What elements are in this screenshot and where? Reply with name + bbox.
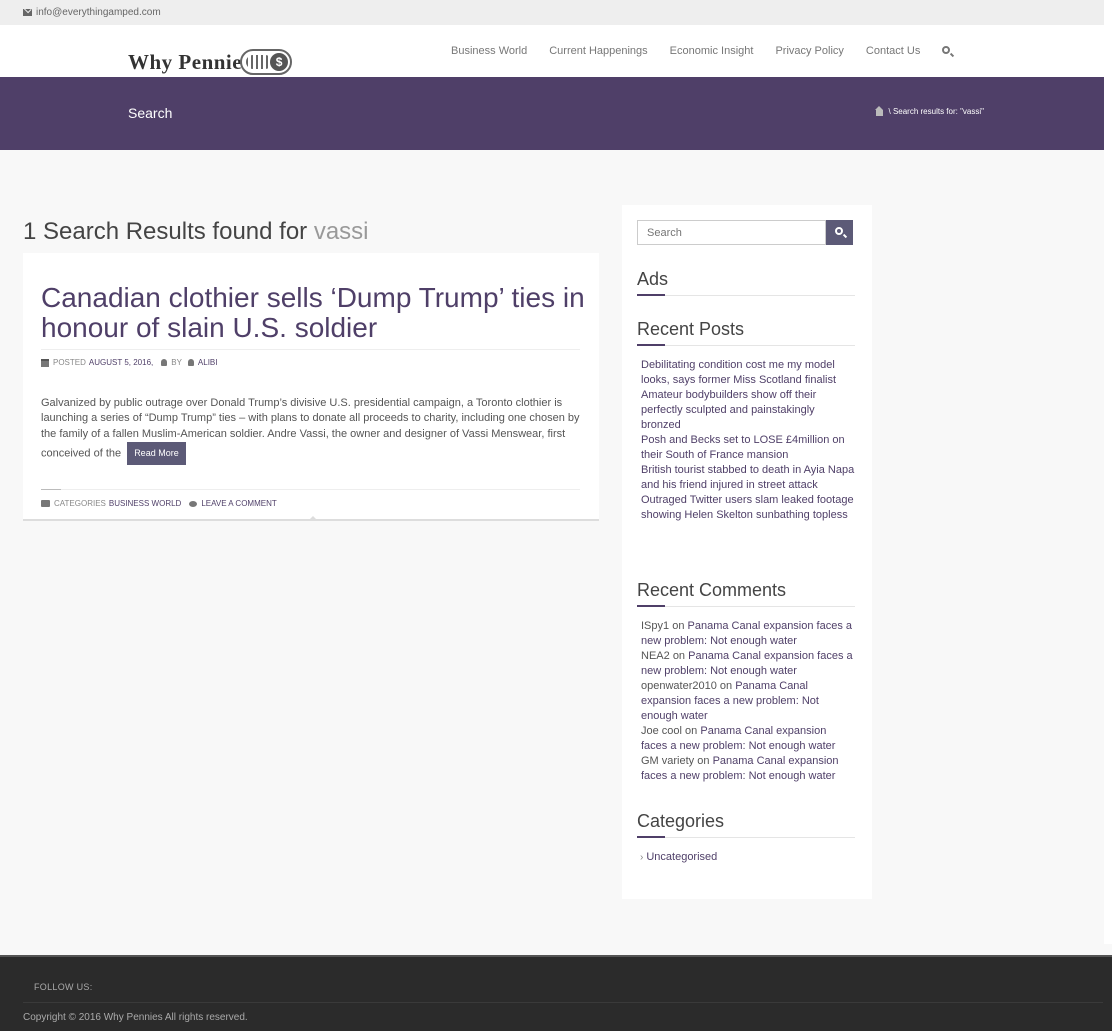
post-title[interactable]: Canadian clothier sells ‘Dump Trump’ tie…	[41, 283, 586, 343]
post-footer: CATEGORIES BUSINESS WORLD LEAVE A COMMEN…	[41, 499, 277, 508]
categories-list: › Uncategorised	[640, 850, 854, 865]
follow-us-label: FOLLOW US:	[34, 982, 93, 992]
widget-divider	[637, 344, 855, 346]
post-author[interactable]: ALIBI	[198, 358, 218, 367]
coin-icon: $	[240, 49, 293, 75]
nav-item-current-happenings[interactable]: Current Happenings	[549, 45, 647, 57]
post-date[interactable]: AUGUST 5, 2016,	[89, 358, 153, 367]
post-card: Canadian clothier sells ‘Dump Trump’ tie…	[23, 253, 599, 521]
read-more-button[interactable]: Read More	[127, 441, 186, 466]
categories-label: CATEGORIES	[54, 499, 106, 508]
recent-posts-title: Recent Posts	[637, 319, 745, 339]
list-item: Debilitating condition cost me my model …	[641, 358, 855, 388]
list-item: ISpy1 on Panama Canal expansion faces a …	[641, 619, 855, 649]
comment-on: on	[719, 680, 733, 692]
home-icon[interactable]	[874, 105, 883, 116]
nav-item-contact-us[interactable]: Contact Us	[866, 45, 920, 57]
comment-author: ISpy1	[641, 620, 670, 632]
nav-item-economic-insight[interactable]: Economic Insight	[670, 45, 754, 57]
comment-author: openwater2010	[641, 680, 717, 692]
list-item: Amateur bodybuilders show off their perf…	[641, 388, 855, 433]
scrollbar[interactable]	[1104, 0, 1112, 944]
sidebar-search	[637, 220, 853, 245]
contact-email[interactable]: info@everythingamped.com	[36, 7, 161, 18]
folder-icon	[41, 500, 50, 507]
comment-on: on	[685, 725, 698, 737]
comment-on: on	[672, 650, 686, 662]
breadcrumb: \ Search results for: "vassi"	[874, 105, 985, 116]
search-term: vassi	[313, 218, 369, 245]
list-item: Outraged Twitter users slam leaked foota…	[641, 493, 855, 523]
user-icon	[161, 359, 168, 366]
page-banner: Search \ Search results for: "vassi"	[0, 77, 1104, 150]
ads-title: Ads	[637, 269, 669, 289]
comment-author: NEA2	[641, 650, 670, 662]
nav-item-privacy-policy[interactable]: Privacy Policy	[775, 45, 843, 57]
search-button[interactable]	[826, 220, 853, 245]
recent-post-link[interactable]: Posh and Becks set to LOSE £4million on …	[641, 434, 845, 461]
divider	[41, 489, 61, 490]
recent-post-link[interactable]: Outraged Twitter users slam leaked foota…	[641, 494, 854, 521]
comment-on: on	[697, 755, 710, 767]
by-label: BY	[171, 358, 182, 367]
comment-on: on	[672, 620, 685, 632]
author-icon	[187, 359, 194, 366]
recent-post-link[interactable]: British tourist stabbed to death in Ayia…	[641, 464, 854, 491]
widget-divider	[637, 836, 855, 838]
category-link[interactable]: Uncategorised	[646, 851, 717, 863]
recent-comments-title: Recent Comments	[637, 580, 787, 600]
site-logo[interactable]: Why Pennie $	[128, 48, 293, 76]
categories-title: Categories	[637, 811, 725, 831]
search-icon[interactable]	[942, 45, 953, 57]
divider	[61, 489, 580, 490]
leave-comment-link[interactable]: LEAVE A COMMENT	[201, 499, 276, 508]
results-heading: 1 Search Results found for vassi	[23, 218, 369, 246]
site-header: Why Pennie $ Business World Current Happ…	[0, 25, 1104, 77]
search-input[interactable]	[637, 220, 826, 245]
divider	[23, 1002, 1103, 1003]
comment-author: GM variety	[641, 755, 695, 767]
widget-divider	[637, 294, 855, 296]
post-excerpt-text: Galvanized by public outrage over Donald…	[41, 397, 580, 460]
recent-posts-list: Debilitating condition cost me my model …	[641, 358, 855, 523]
logo-text: Why Pennie	[128, 49, 243, 74]
search-icon	[835, 227, 843, 235]
coin-stripes	[246, 55, 273, 69]
post-excerpt: Galvanized by public outrage over Donald…	[41, 396, 581, 466]
list-item: › Uncategorised	[640, 850, 854, 865]
recent-post-link[interactable]: Debilitating condition cost me my model …	[641, 359, 836, 386]
list-item: GM variety on Panama Canal expansion fac…	[641, 754, 855, 784]
main-nav: Business World Current Happenings Econom…	[451, 25, 953, 77]
posted-label: POSTED	[53, 358, 86, 367]
post-category-link[interactable]: BUSINESS WORLD	[109, 499, 181, 508]
calendar-icon	[41, 358, 49, 367]
sidebar: Ads Recent Posts Debilitating condition …	[622, 205, 872, 899]
results-count-text: 1 Search Results found for	[23, 218, 308, 245]
divider	[41, 349, 580, 350]
page-title: Search	[128, 105, 173, 121]
breadcrumb-current: \ Search results for: "vassi"	[888, 107, 985, 116]
post-meta: POSTED AUGUST 5, 2016, BY ALIBI	[41, 358, 217, 367]
chevron-right-icon: ›	[640, 852, 644, 863]
comment-icon	[189, 500, 198, 507]
site-footer: FOLLOW US: Copyright © 2016 Why Pennies …	[0, 955, 1112, 1031]
list-item: Joe cool on Panama Canal expansion faces…	[641, 724, 855, 754]
list-item: Posh and Becks set to LOSE £4million on …	[641, 433, 855, 463]
dollar-icon: $	[270, 53, 289, 71]
envelope-icon	[23, 9, 32, 16]
top-bar: info@everythingamped.com	[0, 0, 1104, 25]
list-item: British tourist stabbed to death in Ayia…	[641, 463, 855, 493]
copyright: Copyright © 2016 Why Pennies All rights …	[23, 1012, 248, 1023]
caret-up-icon	[309, 516, 317, 520]
comment-author: Joe cool	[641, 725, 682, 737]
widget-divider	[637, 605, 855, 607]
list-item: NEA2 on Panama Canal expansion faces a n…	[641, 649, 855, 679]
recent-post-link[interactable]: Amateur bodybuilders show off their perf…	[641, 389, 816, 431]
recent-comments-list: ISpy1 on Panama Canal expansion faces a …	[641, 619, 855, 784]
nav-item-business-world[interactable]: Business World	[451, 45, 527, 57]
list-item: openwater2010 on Panama Canal expansion …	[641, 679, 855, 724]
